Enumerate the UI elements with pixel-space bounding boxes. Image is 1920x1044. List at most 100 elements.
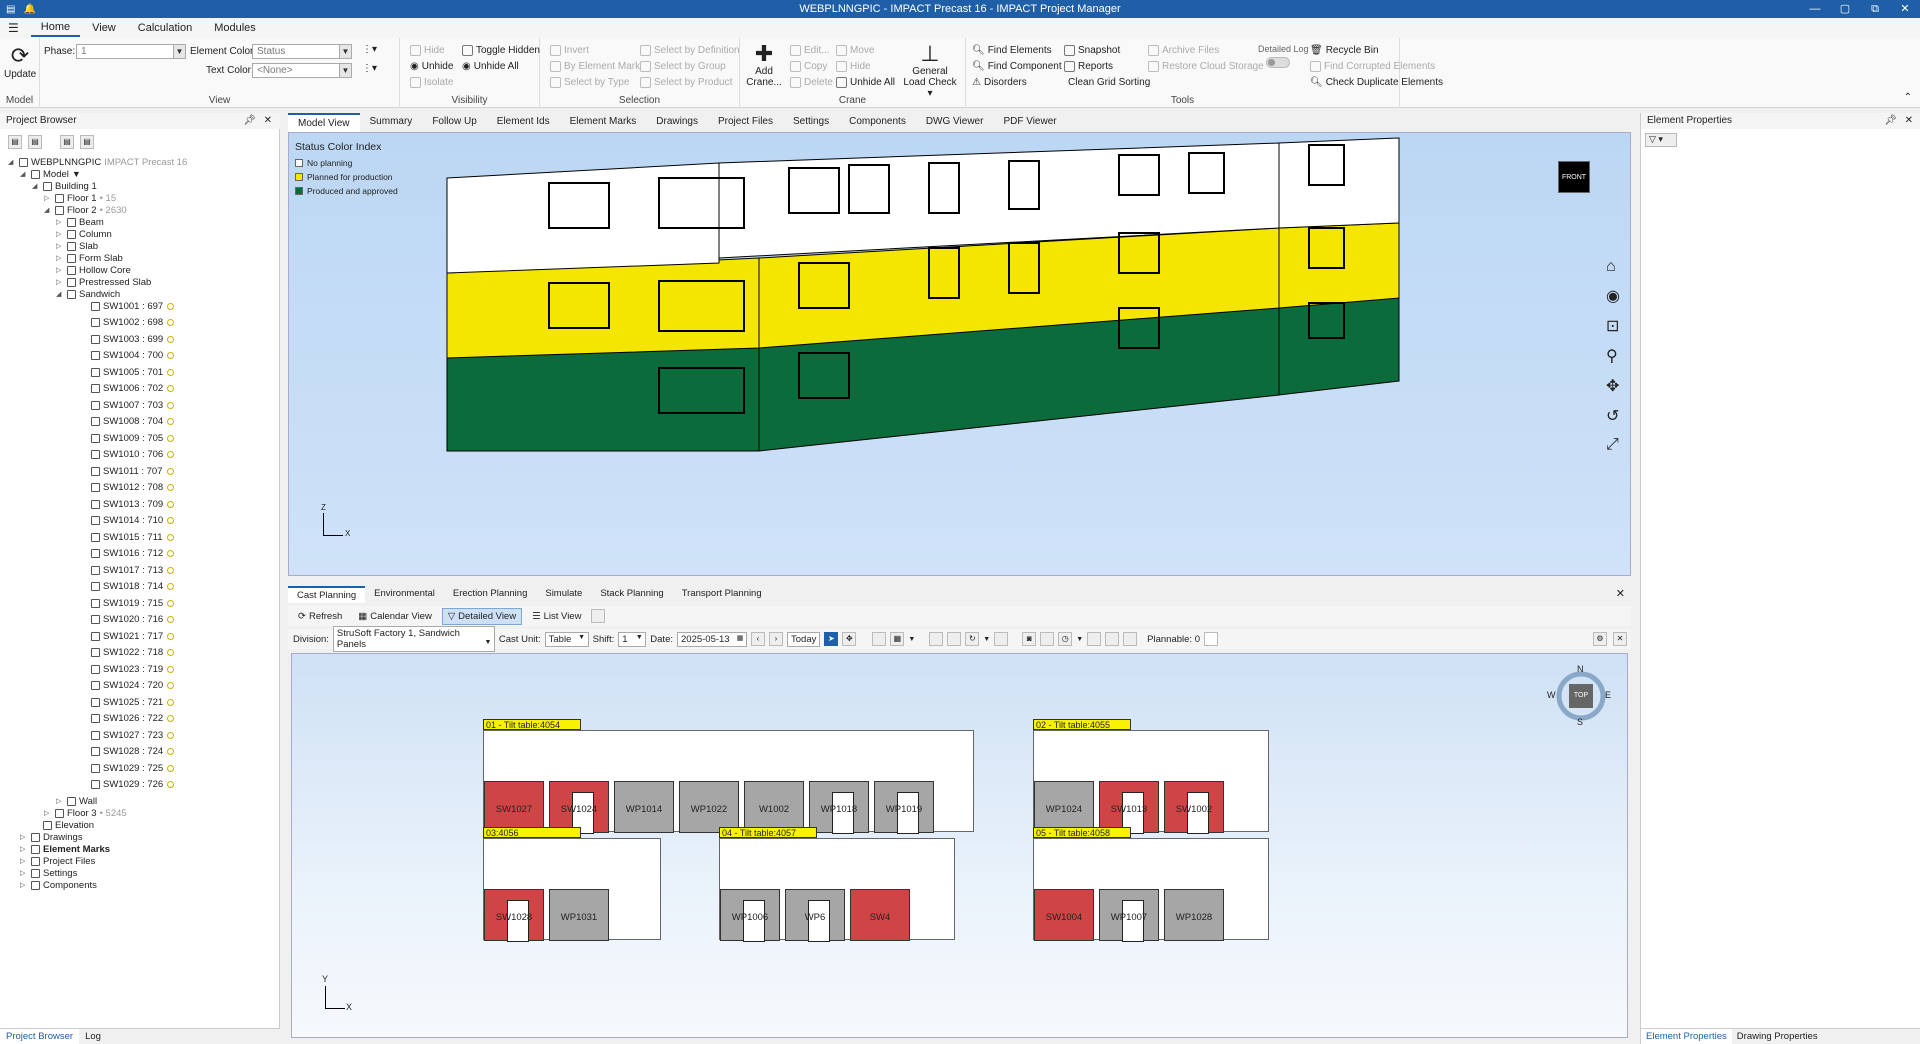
tab-drawing-properties[interactable]: Drawing Properties [1732, 1029, 1823, 1044]
restore-button[interactable]: ⧉ [1860, 0, 1890, 18]
close-icon[interactable]: ✕ [1905, 115, 1913, 126]
hide-button[interactable]: Hide [410, 45, 445, 56]
tool-icon-3[interactable] [947, 632, 962, 646]
unhide-all-button[interactable]: ◉ Unhide All [462, 61, 519, 72]
select-by-type-button[interactable]: Select by Type [550, 77, 629, 88]
move-crane-button[interactable]: Move [836, 45, 874, 56]
tree-element[interactable]: SW1024 : 720 [80, 680, 175, 692]
tree-floor2[interactable]: ◢ Floor 2 • 2630 [44, 204, 127, 216]
tree-category[interactable]: ◢ Sandwich [56, 288, 120, 300]
expand-toggle-icon[interactable]: ◢ [20, 170, 28, 178]
tab-erection-planning[interactable]: Erection Planning [444, 586, 536, 603]
tree-element[interactable]: SW1018 : 714 [80, 581, 175, 593]
expand-toggle-icon[interactable]: ▷ [56, 218, 64, 226]
select-by-product-button[interactable]: Select by Product [640, 77, 732, 88]
element-sw1002[interactable]: SW1002 [1164, 781, 1224, 834]
tilt-table[interactable]: SW1028 WP1031 [483, 838, 661, 942]
tool-icon-2[interactable] [929, 632, 944, 646]
tree-components[interactable]: ▷ Components [20, 879, 97, 891]
add-crane-button[interactable]: ✚ Add Crane... [746, 42, 782, 89]
select-by-definition-button[interactable]: Select by Definition [640, 45, 740, 56]
tree-category[interactable]: ▷ Column [56, 228, 112, 240]
list-view-button[interactable]: ☰ List View [526, 608, 587, 625]
element-wp1028[interactable]: WP1028 [1164, 889, 1224, 941]
recycle-bin-button[interactable]: 🗑︎ Recycle Bin [1310, 45, 1379, 56]
select-tool-icon[interactable]: ➤ [824, 632, 839, 646]
floor2-front[interactable] [446, 257, 760, 359]
element-sw4[interactable]: SW4 [850, 889, 910, 941]
phase-select[interactable]: 1 ▼ [76, 44, 186, 59]
close-icon[interactable]: ✕ [1616, 587, 1625, 600]
collapse-all-icon[interactable]: ▤ [8, 135, 22, 149]
tab-summary[interactable]: Summary [360, 113, 423, 132]
by-element-mark-button[interactable]: By Element Mark [550, 61, 640, 72]
element-wp1014[interactable]: WP1014 [614, 781, 674, 833]
restore-cloud-storage-button[interactable]: Restore Cloud Storage [1148, 61, 1264, 72]
fit-icon[interactable]: ⤢ [1606, 436, 1620, 454]
tree-element[interactable]: SW1011 : 707 [80, 465, 174, 477]
extra-icon[interactable] [591, 609, 606, 623]
hide-crane-button[interactable]: Hide [836, 61, 871, 72]
update-button[interactable]: ⟳ Update [4, 44, 36, 81]
tree-element[interactable]: SW1001 : 697 [80, 300, 175, 312]
check-duplicate-button[interactable]: 🔍︎ Check Duplicate Elements [1310, 77, 1443, 88]
tree-element[interactable]: SW1028 : 724 [80, 746, 175, 758]
tree-floor3[interactable]: ▷ Floor 3 • 5245 [44, 807, 127, 819]
date-picker[interactable]: 2025-05-13 ▦ [677, 631, 747, 647]
menu-view[interactable]: View [82, 20, 126, 36]
element-sw1024[interactable]: SW1024 [549, 781, 609, 834]
tilt-table[interactable]: WP1024 SW1013 SW1002 [1033, 730, 1269, 834]
tree-building[interactable]: ◢ Building 1 [32, 180, 97, 192]
tool-icon-5[interactable] [1040, 632, 1055, 646]
tree-element[interactable]: SW1008 : 704 [80, 416, 175, 428]
tree-category[interactable]: ▷ Hollow Core [56, 264, 131, 276]
tilt-table[interactable]: SW1027 SW1024 WP1014 WP1022 W1002 WP1018 WP101… [483, 730, 974, 834]
expand-toggle-icon[interactable]: ▷ [20, 881, 28, 889]
tab-components[interactable]: Components [839, 113, 916, 132]
element-wp1018[interactable]: WP1018 [809, 781, 869, 834]
prev-day-button[interactable]: ‹ [751, 632, 765, 646]
move-tool-icon[interactable]: ✥ [842, 632, 857, 646]
minimize-button[interactable]: — [1800, 0, 1830, 18]
tree-settings[interactable]: ▷ Settings [20, 867, 77, 879]
tree-category[interactable]: ▷ Slab [56, 240, 98, 252]
expand-all-icon[interactable]: ▤ [28, 135, 42, 149]
pan-icon[interactable]: ✥ [1606, 376, 1620, 396]
expand-toggle-icon[interactable]: ▷ [56, 230, 64, 238]
element-sw1027[interactable]: SW1027 [484, 781, 544, 833]
floor3-front[interactable] [446, 162, 720, 274]
close-button[interactable]: ✕ [1890, 0, 1920, 18]
tab-follow-up[interactable]: Follow Up [422, 113, 486, 132]
expand-toggle-icon[interactable]: ▷ [56, 278, 64, 286]
toggle-hidden-button[interactable]: Toggle Hidden [462, 45, 540, 56]
element-sw1028[interactable]: SW1028 [484, 889, 544, 942]
element-wp6[interactable]: WP6 [785, 889, 845, 942]
pin-icon[interactable]: 📌︎ [243, 115, 256, 126]
reports-button[interactable]: Reports [1064, 61, 1113, 72]
grid-icon[interactable]: ▦ [890, 632, 905, 646]
snapshot-icon[interactable]: ◙ [1022, 632, 1037, 646]
element-wp1007[interactable]: WP1007 [1099, 889, 1159, 942]
expand-toggle-icon[interactable]: ▷ [20, 857, 28, 865]
tree-category[interactable]: ▷ Form Slab [56, 252, 123, 264]
expand-toggle-icon[interactable]: ◢ [32, 182, 40, 190]
expand-toggle-icon[interactable]: ▷ [20, 845, 28, 853]
refresh-button[interactable]: ⟳ Refresh [292, 608, 348, 625]
tab-element-marks[interactable]: Element Marks [560, 113, 647, 132]
tree-element[interactable]: SW1016 : 712 [80, 548, 175, 560]
tree-element-marks[interactable]: ▷ Element Marks [20, 843, 110, 855]
tree-element[interactable]: SW1005 : 701 [80, 366, 175, 378]
find-component-button[interactable]: 🔍︎ Find Component [972, 61, 1062, 72]
calendar-view-button[interactable]: ▦ Calendar View [352, 608, 438, 625]
cast-planning-view[interactable]: N S E W TOP SW1027 SW1024 WP1014 WP1022 W100… [291, 653, 1628, 1038]
expand-toggle-icon[interactable]: ◢ [44, 206, 52, 214]
tool-icon-1[interactable] [872, 632, 887, 646]
tool-icon-8[interactable] [1105, 632, 1120, 646]
tab-log[interactable]: Log [79, 1029, 107, 1044]
floor1-east[interactable] [1278, 297, 1400, 396]
tab-environmental[interactable]: Environmental [365, 586, 444, 603]
cast-unit-select[interactable]: Table ▼ [544, 631, 589, 647]
tree-elevation[interactable]: Elevation [32, 819, 94, 831]
element-wp1022[interactable]: WP1022 [679, 781, 739, 833]
expand-toggle-icon[interactable]: ▷ [20, 833, 28, 841]
